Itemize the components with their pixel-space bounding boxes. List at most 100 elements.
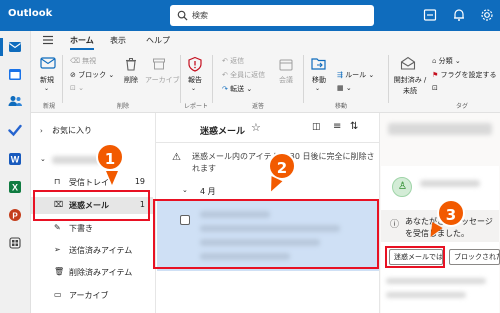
folder-label: 削除済みアイテム [69,268,133,277]
reply-all-button[interactable]: ↶ 全員に返信 [222,70,265,80]
list-title: 迷惑メール [200,127,246,137]
sweep-icon[interactable]: ⌫ 無視 [70,56,96,66]
mail-icon[interactable] [7,39,23,55]
categorize-button[interactable]: ⌂ 分類 ⌄ [432,56,461,66]
unread-count: 19 [134,177,145,186]
pin-button[interactable]: ⊡ [432,84,438,92]
reply-all-icon: ↶ [222,71,231,79]
search-icon [177,10,188,21]
ribbon-tab-bar [31,31,500,51]
body-line-2 [386,292,466,298]
people-icon[interactable] [7,93,23,109]
move-folder-icon[interactable] [311,56,327,71]
meeting-button[interactable]: 会議 [279,75,293,85]
search-placeholder: 検索 [192,11,208,20]
meeting-icon[interactable] [279,58,293,71]
flag-button[interactable]: ⚑ フラグを設定する ⌄ [432,70,500,80]
person-icon: ♙ [398,181,407,192]
folder-label: アーカイブ [69,291,109,300]
archive-icon[interactable] [152,57,166,71]
rules-icon: ⇶ [337,71,346,79]
folder-item-deleted[interactable]: 🗑 削除済みアイテム [31,264,153,281]
folder-label: 受信トレイ [69,178,109,187]
blocked-button[interactable]: ブロックされた [449,249,500,265]
reply-icon: ↶ [222,57,231,65]
folder-item-sent[interactable]: ➢ 送信済みアイテム [31,242,153,259]
hamburger-menu-icon[interactable] [42,35,54,45]
favorites-header[interactable]: お気に入り [52,125,92,136]
tab-view[interactable]: 表示 [110,35,126,46]
group-delete-label: 削除 [117,103,130,110]
filter-icon[interactable]: ≡ [333,121,341,132]
group-move-label: 移動 [335,103,348,110]
gear-icon[interactable] [479,7,495,23]
ribbon-divider [303,55,304,103]
highlight-message [153,199,379,269]
archive-button[interactable]: アーカイブ [145,75,180,85]
powerpoint-icon[interactable]: P [7,207,23,223]
rail-active-indicator [0,38,3,56]
forward-button[interactable]: ↷ 転送 ⌄ [222,84,252,94]
new-mail-icon[interactable] [40,56,56,70]
reply-button[interactable]: ↶ 返信 [222,56,244,66]
rules-label: ルール [345,71,367,79]
step-badge-3: 3 [437,199,465,227]
tab-home-underline [70,48,94,50]
star-icon[interactable]: ☆ [251,121,261,134]
pin-icon: ⊡ [432,84,438,92]
group-new-label: 新規 [43,103,56,110]
report-shield-icon[interactable] [187,56,203,72]
tab-help[interactable]: ヘルプ [146,35,170,46]
todo-icon[interactable] [7,122,23,138]
read-unread-button[interactable]: 開封済み / 未読 [393,75,427,97]
new-dropdown-icon[interactable]: ⌄ [44,85,49,92]
ribbon-divider [180,55,181,103]
archive-icon: ▭ [54,290,62,299]
bell-icon[interactable] [451,7,467,23]
misc-disabled-button: ⊡ ⌄ [70,84,84,92]
open-envelope-icon[interactable] [400,56,416,70]
sort-icon[interactable]: ⇅ [350,121,358,132]
move-button[interactable]: 移動 [312,75,326,85]
ribbon-divider [388,55,389,103]
trash-icon: 🗑 [54,267,65,276]
rules-button[interactable]: ⇶ ルール ⌄ [337,70,374,80]
report-button[interactable]: 報告 [188,75,202,85]
calendar-icon[interactable] [7,66,23,82]
warning-icon: ⚠ [172,152,181,163]
info-icon: ⓘ [390,220,400,230]
report-dropdown-icon[interactable]: ⌄ [191,85,196,92]
avatar: ♙ [392,177,412,197]
tab-home[interactable]: ホーム [70,35,94,46]
divider [156,142,380,143]
ribbon-divider [62,55,63,103]
trash-icon[interactable] [124,57,138,71]
new-button[interactable]: 新規 [40,75,54,85]
compose-note-icon[interactable] [422,7,438,23]
excel-icon[interactable]: X [7,179,23,195]
svg-text:X: X [12,183,18,193]
delete-button[interactable]: 削除 [124,75,138,85]
body-line-1 [386,278,486,284]
select-all-icon[interactable]: ◫ [312,122,321,132]
svg-text:W: W [11,155,20,165]
ribbon-divider [212,55,213,103]
svg-text:P: P [12,211,18,220]
chevron-down-icon[interactable]: ⌄ [40,155,46,163]
move-dropdown-icon[interactable]: ⌄ [315,85,320,92]
word-icon[interactable]: W [7,151,23,167]
folder-item-inbox[interactable]: ⊓ 受信トレイ 19 [31,174,153,191]
more-move-button[interactable]: ▦ ⌄ [337,84,352,92]
folder-item-drafts[interactable]: ✎ 下書き [31,220,153,237]
folder-item-archive[interactable]: ▭ アーカイブ [31,287,153,304]
pencil-icon: ✎ [54,223,61,232]
block-button[interactable]: ⊘ ブロック ⌄ [70,70,114,80]
account-name[interactable] [52,156,102,164]
search-input[interactable]: 検索 [170,5,374,26]
chevron-right-icon[interactable]: › [40,127,43,135]
folder-label: 送信済みアイテム [69,246,133,255]
forward-icon: ↷ [222,85,231,93]
app-title: Outlook [8,8,53,19]
more-apps-icon[interactable] [7,235,23,251]
chevron-down-icon[interactable]: ⌄ [182,186,188,194]
